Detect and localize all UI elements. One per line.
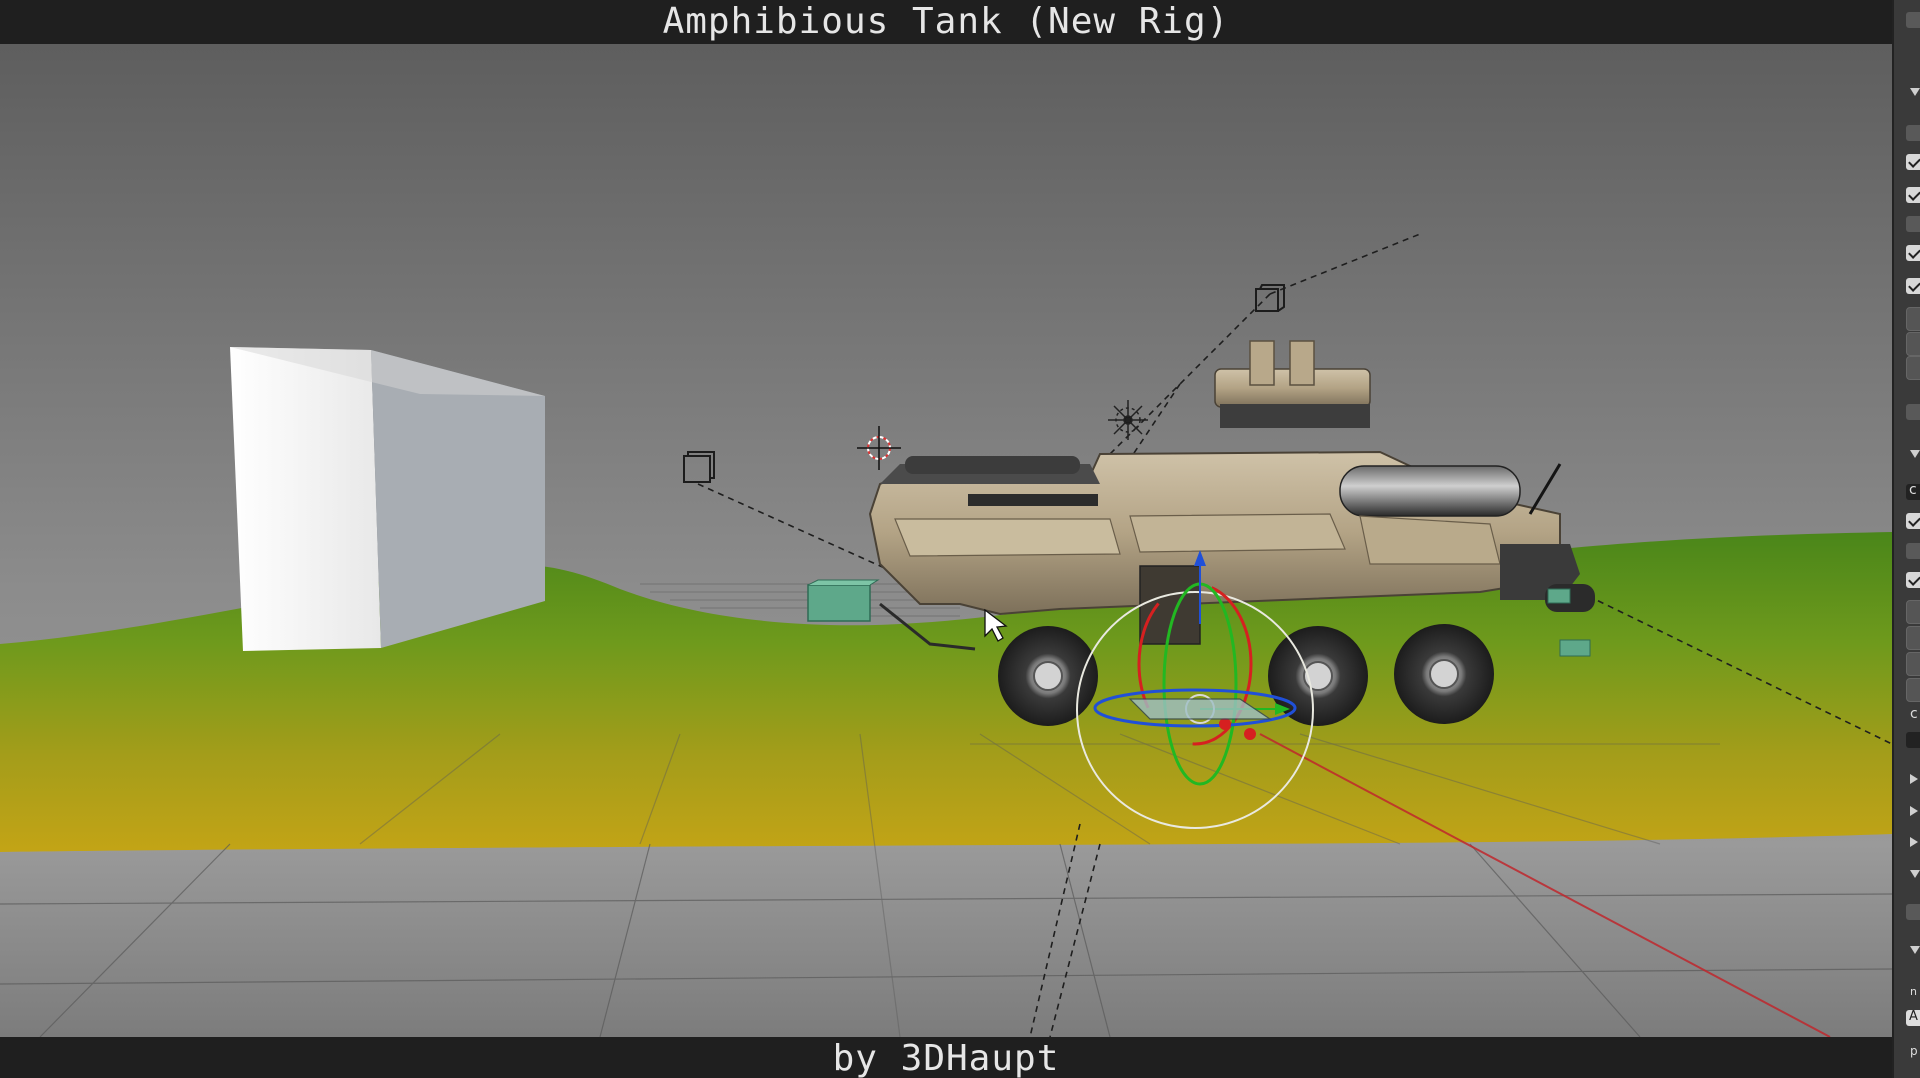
panel-color-swatch[interactable] xyxy=(1906,732,1920,748)
panel-checkbox-checked[interactable] xyxy=(1906,572,1920,588)
properties-side-panel[interactable]: c c n A p xyxy=(1892,0,1920,1078)
panel-checkbox-checked[interactable] xyxy=(1906,245,1920,261)
panel-number-field[interactable] xyxy=(1906,600,1920,624)
panel-button[interactable] xyxy=(1906,904,1920,920)
3d-viewport[interactable] xyxy=(0,44,1892,1037)
panel-number-field[interactable] xyxy=(1906,307,1920,331)
panel-checkbox-empty[interactable] xyxy=(1906,125,1920,141)
panel-checkbox-checked[interactable] xyxy=(1906,187,1920,203)
teal-helper-box[interactable] xyxy=(807,579,880,622)
panel-number-field[interactable] xyxy=(1906,332,1920,356)
panel-checkbox-empty[interactable] xyxy=(1906,216,1920,232)
video-title: Amphibious Tank (New Rig) xyxy=(662,1,1230,42)
panel-checkbox-checked[interactable] xyxy=(1906,278,1920,294)
author-caption: by 3DHaupt xyxy=(832,1038,1060,1078)
panel-collapse-icon[interactable] xyxy=(1910,837,1918,847)
panel-number-field[interactable] xyxy=(1906,626,1920,650)
panel-collapse-icon[interactable] xyxy=(1910,806,1918,816)
panel-button[interactable] xyxy=(1906,404,1920,420)
panel-checkbox-checked[interactable] xyxy=(1906,154,1920,170)
panel-button[interactable] xyxy=(1906,12,1920,28)
panel-letter: c xyxy=(1909,482,1917,498)
panel-number-field[interactable] xyxy=(1906,356,1920,380)
panel-expand-icon[interactable] xyxy=(1910,946,1920,954)
panel-button[interactable]: A xyxy=(1906,1009,1920,1026)
light-object[interactable] xyxy=(1108,400,1148,440)
floor-plane xyxy=(0,844,1892,1037)
panel-expand-icon[interactable] xyxy=(1910,450,1920,458)
panel-letter: n xyxy=(1910,985,1917,998)
panel-letter: A xyxy=(1909,1009,1918,1024)
panel-checkbox-empty[interactable] xyxy=(1906,543,1920,559)
panel-dropdown[interactable]: c xyxy=(1906,482,1920,500)
panel-collapse-icon[interactable] xyxy=(1910,774,1918,784)
panel-number-field[interactable] xyxy=(1906,678,1920,702)
panel-number-field[interactable] xyxy=(1906,652,1920,676)
title-bar: Amphibious Tank (New Rig) xyxy=(0,0,1892,45)
panel-letter: p xyxy=(1910,1044,1918,1058)
cube-object[interactable] xyxy=(230,347,545,651)
panel-expand-icon[interactable] xyxy=(1910,88,1920,96)
caption-bar: by 3DHaupt xyxy=(0,1037,1892,1078)
panel-checkbox-checked[interactable] xyxy=(1906,513,1920,529)
panel-letter: c xyxy=(1910,706,1918,722)
panel-expand-icon[interactable] xyxy=(1910,870,1920,878)
